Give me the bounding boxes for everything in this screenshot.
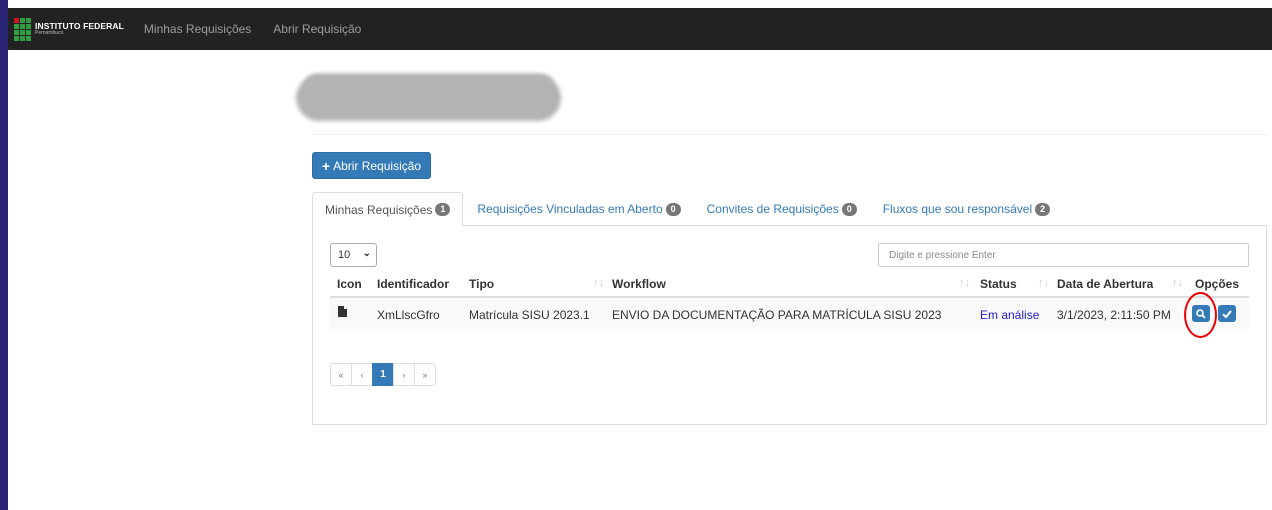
header-opcoes: Opções bbox=[1195, 277, 1240, 291]
new-request-button[interactable]: + Abrir Requisição bbox=[312, 152, 431, 179]
header-data-abertura[interactable]: Data de Abertura bbox=[1057, 277, 1153, 291]
tab-label: Convites de Requisições bbox=[706, 202, 839, 216]
cell-identificador: XmLlscGfro bbox=[377, 308, 440, 322]
logo-subtitle: Pernambuco bbox=[35, 30, 64, 37]
confirm-button[interactable] bbox=[1218, 305, 1236, 322]
tab-fluxos[interactable]: Fluxos que sou responsável 2 bbox=[871, 192, 1062, 226]
page-last-button[interactable]: » bbox=[414, 363, 436, 386]
count-badge: 0 bbox=[665, 202, 681, 216]
chevron-down-icon: ⌄ bbox=[362, 248, 371, 259]
count-badge: 1 bbox=[435, 203, 451, 216]
count-badge: 0 bbox=[841, 202, 857, 216]
tab-convites[interactable]: Convites de Requisições 0 bbox=[695, 192, 869, 226]
logo[interactable]: INSTITUTO FEDERAL Pernambuco bbox=[14, 17, 124, 41]
header-icon[interactable]: Icon bbox=[337, 277, 362, 291]
pagination: « ‹ 1 › » bbox=[330, 363, 436, 386]
page-size-value: 10 bbox=[338, 249, 351, 261]
file-icon bbox=[338, 306, 347, 317]
redacted-title-top bbox=[305, 74, 553, 96]
check-icon bbox=[1222, 309, 1232, 318]
sort-icon[interactable]: ↑↓ bbox=[1172, 277, 1183, 289]
header-tipo[interactable]: Tipo bbox=[469, 277, 494, 291]
page-size-select[interactable]: 10 ⌄ bbox=[330, 243, 377, 267]
tab-label: Minhas Requisições bbox=[325, 202, 433, 217]
tab-minhas-requisicoes[interactable]: Minhas Requisições 1 bbox=[312, 192, 464, 227]
tab-bar: Minhas Requisições 1 Requisições Vincula… bbox=[312, 192, 1267, 227]
new-request-label: Abrir Requisição bbox=[333, 158, 422, 173]
header-workflow[interactable]: Workflow bbox=[612, 277, 666, 291]
tab-label: Fluxos que sou responsável bbox=[882, 202, 1033, 216]
cell-tipo: Matrícula SISU 2023.1 bbox=[469, 308, 590, 322]
cell-workflow: ENVIO DA DOCUMENTAÇÃO PARA MATRÍCULA SIS… bbox=[612, 308, 942, 322]
header-identificador[interactable]: Identificador bbox=[377, 277, 449, 291]
count-badge: 2 bbox=[1035, 202, 1051, 216]
divider bbox=[312, 134, 1267, 135]
page-next-button[interactable]: › bbox=[393, 363, 415, 386]
page-prev-button[interactable]: ‹ bbox=[351, 363, 373, 386]
sort-icon[interactable]: ↑↓ bbox=[593, 277, 604, 289]
search-input[interactable] bbox=[878, 243, 1249, 267]
logo-icon bbox=[14, 17, 31, 41]
sort-icon[interactable]: ↑↓ bbox=[1038, 277, 1049, 289]
page-current-button[interactable]: 1 bbox=[372, 363, 394, 386]
logo-title: INSTITUTO FEDERAL bbox=[35, 20, 124, 31]
navbar: INSTITUTO FEDERAL Pernambuco Minhas Requ… bbox=[8, 8, 1272, 50]
sort-icon[interactable]: ↑↓ bbox=[959, 277, 970, 289]
nav-link-minhas-requisicoes[interactable]: Minhas Requisições bbox=[144, 22, 251, 36]
nav-link-abrir-requisicao[interactable]: Abrir Requisição bbox=[273, 22, 361, 36]
status-badge: Em análise bbox=[980, 308, 1040, 322]
tab-label: Requisições Vinculadas em Aberto bbox=[477, 202, 663, 216]
highlight-circle-annotation bbox=[1184, 292, 1217, 338]
tab-requisicoes-vinculadas[interactable]: Requisições Vinculadas em Aberto 0 bbox=[465, 192, 692, 226]
header-status[interactable]: Status bbox=[980, 277, 1017, 291]
plus-icon: + bbox=[321, 157, 331, 174]
cell-data-abertura: 3/1/2023, 2:11:50 PM bbox=[1057, 308, 1171, 322]
page-first-button[interactable]: « bbox=[330, 363, 352, 386]
